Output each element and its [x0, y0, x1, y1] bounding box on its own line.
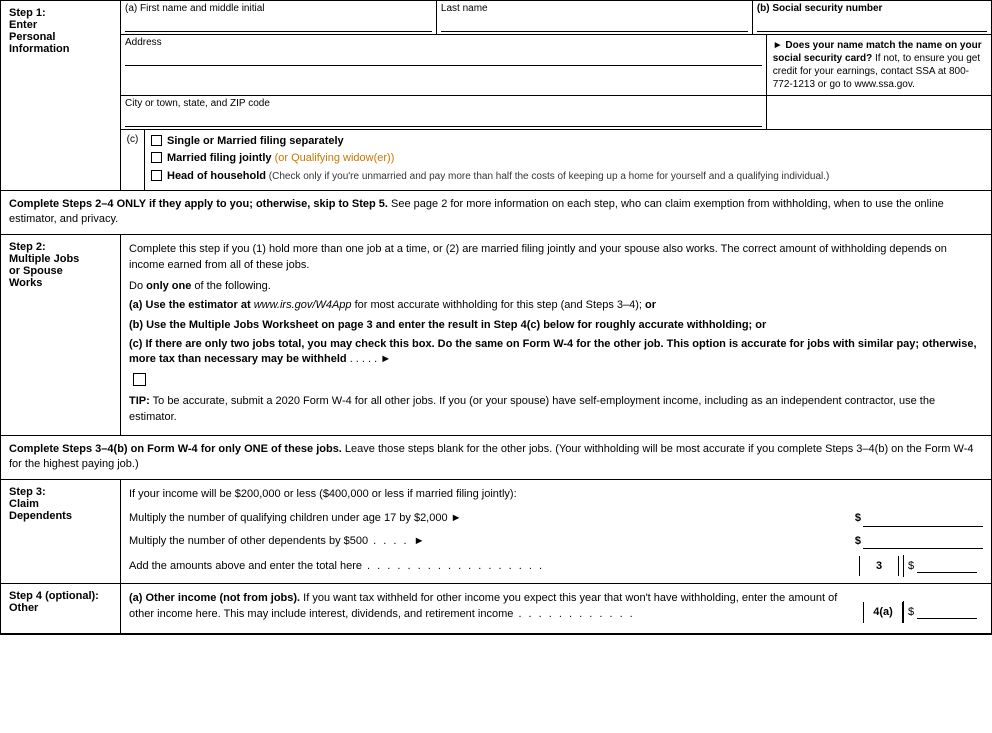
- step4-a-row: (a) Other income (not from jobs). If you…: [129, 590, 983, 623]
- step3-other-text: Multiply the number of other dependents …: [129, 533, 851, 550]
- step1-fields: (a) First name and middle initial Last n…: [121, 1, 991, 190]
- step1-row4: (c) Single or Married filing separately …: [121, 130, 991, 190]
- step3-label: Step 3: Claim Dependents: [1, 480, 121, 583]
- step3-total-row: Add the amounts above and enter the tota…: [129, 555, 983, 577]
- step1-personal: Personal: [9, 31, 55, 43]
- step4-other: Other: [9, 602, 38, 614]
- checkbox-married-jointly[interactable]: [151, 152, 162, 163]
- step1-section: Step 1: Enter Personal Information (a) F…: [1, 1, 991, 191]
- step2-tip: TIP: To be accurate, submit a 2020 Form …: [129, 394, 983, 425]
- step3-claim: Claim: [9, 498, 39, 510]
- last-name-field: Last name: [437, 1, 753, 34]
- step4-optional: (optional):: [45, 590, 99, 602]
- step2-or: or Spouse: [9, 265, 63, 277]
- step4-label: Step 4 (optional): Other: [1, 584, 121, 633]
- step4-line-num: 4(a): [863, 602, 903, 623]
- city-input[interactable]: [125, 111, 762, 127]
- step1-row2: Address ► Does your name match the name …: [121, 35, 991, 96]
- option1-text: Single or Married filing separately: [167, 134, 344, 148]
- step2-works: Works: [9, 277, 42, 289]
- step3-other-row: Multiply the number of other dependents …: [129, 533, 983, 550]
- address-input[interactable]: [125, 50, 762, 66]
- checkbox-single[interactable]: [151, 135, 162, 146]
- step1-row3: City or town, state, and ZIP code: [121, 96, 991, 130]
- step3-add-text: Add the amounts above and enter the tota…: [129, 558, 855, 575]
- ssn-input[interactable]: [757, 16, 987, 32]
- ssn-label: (b) Social security number: [757, 3, 987, 14]
- address-label: Address: [125, 37, 762, 48]
- step2-section: Step 2: Multiple Jobs or Spouse Works Co…: [1, 235, 991, 436]
- first-name-field: (a) First name and middle initial: [121, 1, 437, 34]
- filing-option-head-of-household: Head of household (Check only if you're …: [151, 169, 985, 183]
- step3-other-dollar: $: [855, 533, 861, 550]
- complete-steps-notice: Complete Steps 2–4 ONLY if they apply to…: [1, 191, 991, 235]
- last-name-input[interactable]: [441, 16, 748, 32]
- step1-num: Step 1:: [9, 7, 46, 19]
- step2-content: Complete this step if you (1) hold more …: [121, 235, 991, 435]
- step3-dollar-box: $: [903, 555, 983, 577]
- step1-information: Information: [9, 43, 70, 55]
- step4-section: Step 4 (optional): Other (a) Other incom…: [1, 584, 991, 634]
- step2-option-c: (c) If there are only two jobs total, yo…: [129, 337, 983, 368]
- step1-enter: Enter: [9, 19, 37, 31]
- ssn-note: ► Does your name match the name on your …: [767, 35, 991, 95]
- step4-num: Step 4: [9, 590, 42, 602]
- step2-label: Step 2: Multiple Jobs or Spouse Works: [1, 235, 121, 435]
- address-field: Address: [121, 35, 767, 95]
- option3-text: Head of household (Check only if you're …: [167, 169, 829, 183]
- form-container: Step 1: Enter Personal Information (a) F…: [0, 0, 992, 635]
- filing-option-married-jointly: Married filing jointly (or Qualifying wi…: [151, 151, 985, 165]
- first-name-input[interactable]: [125, 16, 432, 32]
- step2-option-a: (a) Use the estimator at www.irs.gov/W4A…: [129, 298, 983, 313]
- complete-steps34-notice: Complete Steps 3–4(b) on Form W-4 for on…: [1, 436, 991, 480]
- step3-line-num: 3: [859, 556, 899, 577]
- step3-content: If your income will be $200,000 or less …: [121, 480, 991, 583]
- city-label: City or town, state, and ZIP code: [125, 98, 762, 109]
- step3-children-row: Multiply the number of qualifying childr…: [129, 510, 983, 527]
- step2-do-one: Do only one of the following.: [129, 278, 983, 295]
- step3-children-input[interactable]: [863, 511, 983, 527]
- step4-content: (a) Other income (not from jobs). If you…: [121, 584, 991, 633]
- city-field: City or town, state, and ZIP code: [121, 96, 767, 129]
- step3-num: Step 3:: [9, 486, 46, 498]
- step4-a-input[interactable]: [917, 603, 977, 619]
- step2-option-b: (b) Use the Multiple Jobs Worksheet on p…: [129, 318, 983, 333]
- step4-dollar-box: $: [903, 601, 983, 623]
- checkbox-option-c[interactable]: [133, 373, 146, 386]
- filing-option-single: Single or Married filing separately: [151, 134, 985, 148]
- step3-other-input[interactable]: [863, 533, 983, 549]
- complete-notice-bold: Complete Steps 2–4 ONLY if they apply to…: [9, 198, 944, 225]
- step3-children-text: Multiply the number of qualifying childr…: [129, 510, 851, 527]
- option2-text: Married filing jointly (or Qualifying wi…: [167, 151, 394, 165]
- step2-intro: Complete this step if you (1) hold more …: [129, 241, 983, 274]
- last-name-label: Last name: [441, 3, 748, 14]
- ssn-note-link: www.ssa.gov.: [854, 79, 914, 90]
- first-name-label: (a) First name and middle initial: [125, 3, 432, 14]
- step2-num: Step 2:: [9, 241, 46, 253]
- step2-multiple: Multiple Jobs: [9, 253, 79, 265]
- step3-total-input[interactable]: [917, 557, 977, 573]
- ssn-field: (b) Social security number: [753, 1, 991, 34]
- step3-dependents: Dependents: [9, 510, 72, 522]
- step4-a-text: (a) Other income (not from jobs). If you…: [129, 590, 863, 623]
- ssn-note-bottom: [767, 96, 991, 129]
- step3-children-dollar: $: [855, 510, 861, 527]
- step3-intro: If your income will be $200,000 or less …: [129, 486, 983, 503]
- step1-row1: (a) First name and middle initial Last n…: [121, 1, 991, 35]
- step1-label: Step 1: Enter Personal Information: [1, 1, 121, 190]
- checkbox-head-of-household[interactable]: [151, 170, 162, 181]
- filing-c-label: (c): [121, 130, 145, 190]
- filing-status-options: Single or Married filing separately Marr…: [145, 130, 991, 190]
- step3-section: Step 3: Claim Dependents If your income …: [1, 480, 991, 584]
